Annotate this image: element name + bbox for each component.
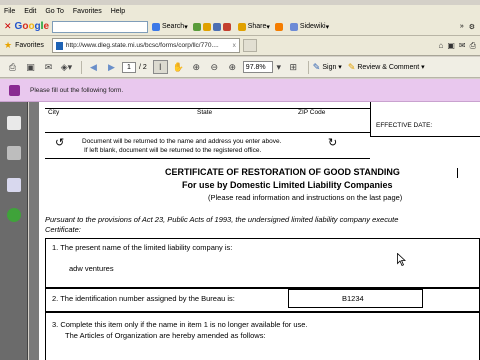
feeds-icon[interactable]: ▣ [447,41,455,50]
item-2-text: 2. The identification number assigned by… [52,294,235,303]
google-logo: Google [14,21,49,32]
pursuant-text: Pursuant to the provisions of Act 23, Pu… [45,215,399,224]
wrench-icon[interactable]: » [460,23,464,30]
attachments-icon[interactable] [7,146,21,160]
label-zip: ZIP Code [298,109,326,116]
select-tool-icon[interactable]: I [152,60,168,74]
settings-icon[interactable]: ⚙ [469,23,475,31]
browser-tab[interactable]: http://www.dleg.state.mi.us/bcsc/forms/c… [51,38,240,53]
pen-icon: ✎ [312,61,321,72]
instructions-note: (Please read information and instruction… [208,193,403,202]
close-tab-icon[interactable]: x [233,42,236,49]
pdf-icon [55,41,63,50]
divider [45,108,370,109]
return-arrow-icon: ↺ [55,137,65,149]
return-arrow-right-icon: ↻ [328,137,338,149]
close-toolbar-icon[interactable]: ✕ [4,21,12,32]
pdf-page: City State ZIP Code EFFECTIVE DATE: ↺ Do… [39,102,480,360]
menu-help[interactable]: Help [111,8,125,15]
zoom-level-input[interactable]: 97.8% [242,61,273,73]
favorites-button[interactable]: ★ Favorites [4,40,44,51]
text-cursor [457,168,458,178]
sign-button[interactable]: ✎ Sign ▾ [313,62,342,73]
certificate-title: CERTIFICATE OF RESTORATION OF GOOD STAND… [165,167,400,177]
item-1-name-field[interactable]: adw ventures [69,264,114,273]
help-icon[interactable] [7,208,21,222]
signatures-icon[interactable] [7,178,21,192]
tools-icon[interactable]: ◈▾ [59,60,74,74]
form-icon [9,84,20,96]
menu-bar: File Edit Go To Favorites Help [0,5,480,18]
pursuant-text-cont: Certificate: [45,225,81,234]
mouse-pointer-icon [397,253,406,266]
separator [81,60,82,74]
mail-icon[interactable]: ✉ [459,41,466,50]
review-comment-button[interactable]: ✎ Review & Comment ▾ [348,62,425,73]
separator [307,60,309,74]
return-note-2: If left blank, document will be returned… [84,147,262,154]
divider [45,132,370,133]
print-icon[interactable]: ⎙ [470,41,476,51]
star-icon: ★ [4,40,13,50]
message-text: Please fill out the following form. [30,86,124,94]
divider [370,136,480,137]
return-note-1: Document will be returned to the name an… [82,138,282,145]
search-icon [152,22,160,31]
menu-edit[interactable]: Edit [24,8,36,15]
zoom-out-icon[interactable]: ⊖ [207,60,222,74]
item-3-text: 3. Complete this item only if the name i… [52,320,308,329]
item-1-text: 1. The present name of the limited liabi… [52,243,233,252]
pages-icon[interactable] [7,116,21,130]
label-state: State [197,109,213,116]
next-page-icon[interactable]: ▶ [104,60,119,74]
zoom-dropdown-icon[interactable]: ▾ [275,60,283,74]
share-icon [237,22,246,31]
page-number-input[interactable]: 1 [122,61,136,73]
pdf-toolbar: ⎙ ▣ ✉ ◈▾ ◀ ▶ 1 / 2 I ✋ ⊕ ⊖ ⊕ 97.8% ▾ ⊞ ✎… [0,57,480,78]
google-search-button[interactable]: Search ▾ [152,22,188,31]
item-3-text-cont: The Articles of Organization are hereby … [65,331,266,340]
favorites-tab-row: ★ Favorites http://www.dleg.state.mi.us/b… [0,36,480,56]
browser-window: File Edit Go To Favorites Help ✕ Google … [0,0,480,360]
home-icon[interactable]: ⌂ [438,41,443,50]
comment-icon: ✎ [347,61,356,72]
marquee-zoom-icon[interactable]: ⊕ [189,60,204,74]
page-total: / 2 [139,63,147,71]
hand-tool-icon[interactable]: ✋ [171,60,186,74]
menu-favorites[interactable]: Favorites [73,8,102,15]
previous-page-icon[interactable]: ◀ [86,60,101,74]
identification-number-field[interactable]: B1234 [288,289,423,308]
google-toolbar: ✕ Google Search ▾ Share ▾ Sidewiki ▾ » ⚙ [0,18,480,36]
menu-goto[interactable]: Go To [45,8,64,15]
label-city: City [48,109,60,116]
sidewiki-button[interactable]: Sidewiki ▾ [289,22,329,31]
navigation-pane [0,102,28,360]
sidewiki-icon [289,22,298,31]
blogger-button[interactable] [274,22,285,31]
fit-page-icon[interactable]: ⊞ [286,60,301,74]
toolbar-icons[interactable] [192,22,233,31]
email-icon[interactable]: ✉ [41,60,56,74]
document-viewer[interactable]: City State ZIP Code EFFECTIVE DATE: ↺ Do… [29,102,480,360]
save-icon[interactable]: ▣ [23,60,38,74]
print-pdf-icon[interactable]: ⎙ [5,60,20,74]
menu-file[interactable]: File [4,8,15,15]
label-effective-date: EFFECTIVE DATE: [376,122,433,129]
divider [370,102,371,136]
certificate-subtitle: For use by Domestic Limited Liability Co… [182,180,393,190]
zoom-in-icon[interactable]: ⊕ [225,60,240,74]
share-button[interactable]: Share ▾ [237,22,270,31]
command-bar: ⌂ ▣ ✉ ⎙ [438,41,480,51]
new-tab-button[interactable] [242,39,257,52]
divider [45,158,370,159]
google-search-input[interactable] [52,20,148,33]
tab-url: http://www.dleg.state.mi.us/bcsc/forms/c… [65,42,219,49]
document-message-bar: Please fill out the following form. [0,79,480,102]
